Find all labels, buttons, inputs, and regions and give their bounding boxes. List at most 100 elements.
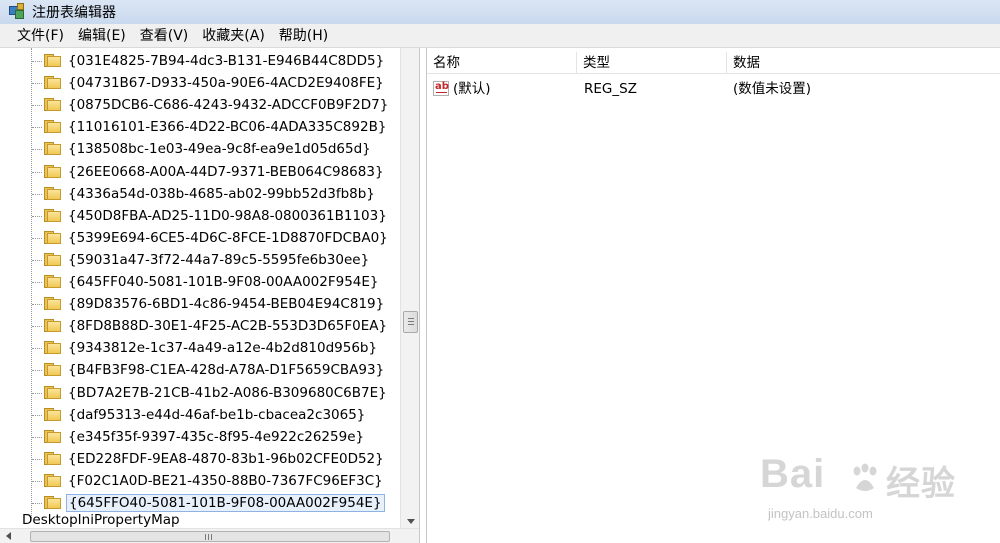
- column-header-data[interactable]: 数据: [727, 52, 1000, 74]
- folder-icon: [44, 495, 62, 510]
- horizontal-scroll-thumb[interactable]: [30, 531, 390, 542]
- folder-icon: [44, 362, 62, 377]
- watermark-url: jingyan.baidu.com: [768, 506, 873, 521]
- tree-item[interactable]: {9343812e-1c37-4a49-a12e-4b2d810d956b}: [0, 337, 400, 359]
- tree-connector: [32, 348, 42, 350]
- tree-item[interactable]: {8FD8B88D-30E1-4F25-AC2B-553D3D65F0EA}: [0, 315, 400, 337]
- regedit-app-icon: [8, 3, 26, 21]
- tree-connector: [32, 282, 42, 283]
- tree-connector: [32, 436, 42, 438]
- scroll-down-arrow-icon[interactable]: [407, 519, 415, 524]
- folder-icon: [44, 97, 62, 112]
- baidu-paw-icon: [853, 463, 877, 491]
- menu-favorites[interactable]: 收藏夹(A): [195, 26, 272, 46]
- folder-icon: [44, 186, 62, 201]
- folder-icon: [44, 429, 62, 444]
- tree-item[interactable]: {138508bc-1e03-49ea-9c8f-ea9e1d05d65d}: [0, 138, 400, 160]
- folder-icon: [44, 208, 62, 223]
- tree-connector: [32, 149, 42, 151]
- folder-icon: [44, 296, 62, 311]
- menu-help[interactable]: 帮助(H): [272, 26, 335, 46]
- tree-item-label: {F02C1A0D-BE21-4350-88B0-7367FC96EF3C}: [68, 472, 383, 489]
- tree-item-label: {645FF040-5081-101B-9F08-00AA002F954E}: [68, 274, 379, 290]
- value-name: (默认): [453, 81, 491, 97]
- tree-item[interactable]: {031E4825-7B94-4dc3-B131-E946B44C8DD5}: [0, 50, 400, 72]
- tree-item-label: {B4FB3F98-C1EA-428d-A78A-D1F5659CBA93}: [68, 362, 385, 379]
- tree-connector: [32, 259, 42, 261]
- window-title: 注册表编辑器: [32, 5, 116, 21]
- tree-item[interactable]: {e345f35f-9397-435c-8f95-4e922c26259e}: [0, 426, 400, 448]
- tree-connector: [32, 304, 42, 306]
- tree-item-desktopinipropertymap[interactable]: DesktopIniPropertyMap: [22, 511, 180, 529]
- tree-item[interactable]: {B4FB3F98-C1EA-428d-A78A-D1F5659CBA93}: [0, 359, 400, 381]
- watermark-brand-suffix: 经验: [886, 465, 956, 503]
- watermark-brand: Bai: [760, 452, 826, 496]
- registry-tree-pane[interactable]: {031E4825-7B94-4dc3-B131-E946B44C8DD5} {0…: [0, 48, 420, 543]
- tree-item-label: {daf95313-e44d-46af-be1b-cbacea2c3065}: [68, 406, 366, 423]
- tree-connector: [32, 414, 42, 416]
- tree-connector: [32, 127, 42, 129]
- value-data: (数值未设置): [733, 81, 812, 97]
- tree-item-label: {138508bc-1e03-49ea-9c8f-ea9e1d05d65d}: [68, 141, 371, 158]
- tree-item[interactable]: {59031a47-3f72-44a7-89c5-5595fe6b30ee}: [0, 249, 400, 271]
- vertical-scroll-thumb[interactable]: [403, 311, 418, 333]
- tree-horizontal-scrollbar[interactable]: [0, 528, 419, 543]
- tree-item[interactable]: {450D8FBA-AD25-11D0-98A8-0800361B1103}: [0, 205, 400, 227]
- folder-icon: [44, 340, 62, 355]
- value-type: REG_SZ: [584, 81, 637, 97]
- tree-item-label: {645FFO40-5081-101B-9F08-00AA002F954E}: [66, 494, 385, 512]
- folder-icon: [44, 318, 62, 333]
- tree-connector: [32, 83, 42, 85]
- tree-connector: [32, 171, 42, 173]
- tree-item[interactable]: {26EE0668-A00A-44D7-9371-BEB064C98683}: [0, 161, 400, 183]
- tree-item[interactable]: {04731B67-D933-450a-90E6-4ACD2E9408FE}: [0, 72, 400, 94]
- tree-item-label: {89D83576-6BD1-4c86-9454-BEB04E94C819}: [68, 296, 385, 313]
- tree-item-label: {04731B67-D933-450a-90E6-4ACD2E9408FE}: [68, 75, 384, 92]
- tree-item[interactable]: {4336a54d-038b-4685-ab02-99bb52d3fb8b}: [0, 183, 400, 205]
- menu-view[interactable]: 查看(V): [133, 26, 196, 46]
- tree-item[interactable]: {89D83576-6BD1-4c86-9454-BEB04E94C819}: [0, 293, 400, 315]
- tree-connector: [32, 215, 42, 217]
- column-header-row: 名称 类型 数据: [427, 52, 1000, 74]
- tree-item-label: {11016101-E366-4D22-BC06-4ADA335C892B}: [68, 119, 387, 136]
- menu-edit[interactable]: 编辑(E): [71, 26, 133, 46]
- tree-item-label: {0875DCB6-C686-4243-9432-ADCCF0B9F2D7}: [68, 97, 389, 114]
- column-header-type[interactable]: 类型: [577, 52, 727, 74]
- value-row-default[interactable]: ab (默认) REG_SZ (数值未设置): [427, 78, 1000, 100]
- folder-icon: [44, 473, 62, 488]
- folder-icon: [44, 53, 62, 68]
- tree-connector: [32, 105, 42, 107]
- column-header-name[interactable]: 名称: [427, 52, 577, 74]
- tree-item-label: {ED228FDF-9EA8-4870-83b1-96b02CFE0D52}: [68, 450, 384, 467]
- tree-item-label: {e345f35f-9397-435c-8f95-4e922c26259e}: [68, 428, 365, 445]
- tree-connector: [32, 370, 42, 372]
- tree-item[interactable]: {645FF040-5081-101B-9F08-00AA002F954E}: [0, 271, 400, 293]
- folder-icon: [44, 252, 62, 267]
- tree-vertical-scrollbar[interactable]: [400, 48, 419, 528]
- tree-item-label: {26EE0668-A00A-44D7-9371-BEB064C98683}: [68, 163, 384, 180]
- tree-item[interactable]: {11016101-E366-4D22-BC06-4ADA335C892B}: [0, 116, 400, 138]
- tree-item-label: {031E4825-7B94-4dc3-B131-E946B44C8DD5}: [68, 53, 385, 69]
- tree-item-label: {59031a47-3f72-44a7-89c5-5595fe6b30ee}: [68, 251, 370, 268]
- tree-item[interactable]: {F02C1A0D-BE21-4350-88B0-7367FC96EF3C}: [0, 470, 400, 492]
- tree-item-label: {9343812e-1c37-4a49-a12e-4b2d810d956b}: [68, 340, 378, 357]
- tree-item-label: {8FD8B88D-30E1-4F25-AC2B-553D3D65F0EA}: [68, 318, 388, 335]
- tree-item[interactable]: {daf95313-e44d-46af-be1b-cbacea2c3065}: [0, 404, 400, 426]
- tree-item[interactable]: {BD7A2E7B-21CB-41b2-A086-B309680C6B7E}: [0, 382, 400, 404]
- ab-string-icon: ab: [433, 81, 449, 96]
- tree-item[interactable]: {5399E694-6CE5-4D6C-8FCE-1D8870FDCBA0}: [0, 227, 400, 249]
- folder-icon: [44, 230, 62, 245]
- tree-item-label: {4336a54d-038b-4685-ab02-99bb52d3fb8b}: [68, 185, 375, 202]
- folder-icon: [44, 141, 62, 156]
- title-bar: 注册表编辑器: [0, 0, 1000, 24]
- scroll-left-arrow-icon[interactable]: [6, 532, 11, 540]
- registry-tree: {031E4825-7B94-4dc3-B131-E946B44C8DD5} {0…: [0, 48, 400, 528]
- tree-item[interactable]: {0875DCB6-C686-4243-9432-ADCCF0B9F2D7}: [0, 94, 400, 116]
- tree-item-label: {BD7A2E7B-21CB-41b2-A086-B309680C6B7E}: [68, 384, 387, 401]
- tree-connector: [32, 193, 42, 195]
- tree-connector: [32, 458, 42, 460]
- folder-icon: [44, 451, 62, 466]
- menu-file[interactable]: 文件(F): [10, 26, 71, 46]
- tree-item[interactable]: {ED228FDF-9EA8-4870-83b1-96b02CFE0D52}: [0, 448, 400, 470]
- folder-icon: [44, 75, 62, 90]
